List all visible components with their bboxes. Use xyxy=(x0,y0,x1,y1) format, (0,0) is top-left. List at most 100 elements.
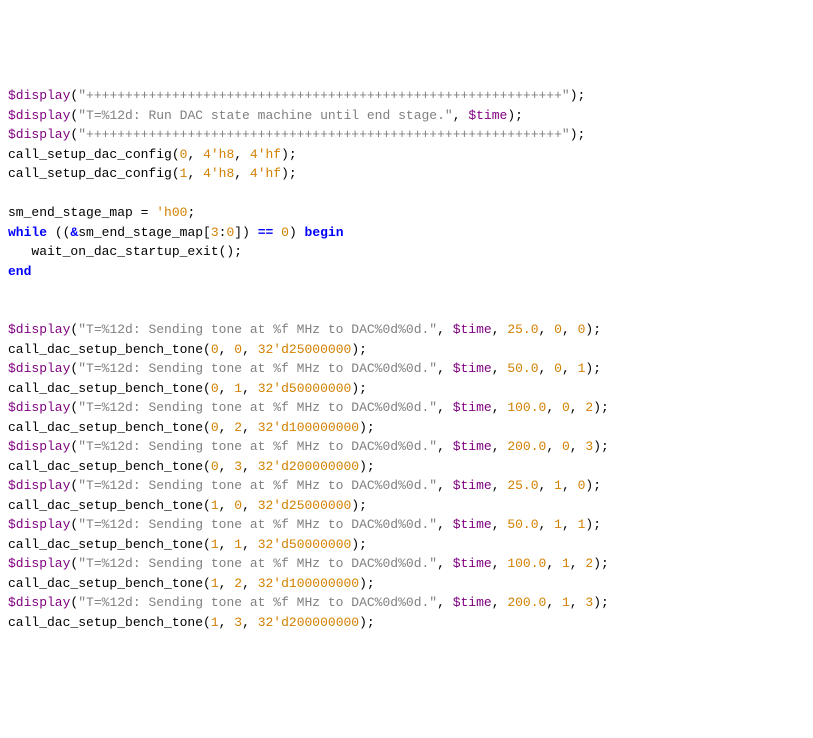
token-sys: $time xyxy=(453,517,492,532)
code-line: $display("T=%12d: Sending tone at %f MHz… xyxy=(8,398,805,418)
code-line: call_dac_setup_bench_tone(0, 0, 32'd2500… xyxy=(8,340,805,360)
token-pun: ); xyxy=(351,342,367,357)
token-id: wait_on_dac_startup_exit(); xyxy=(8,244,242,259)
token-pun: , xyxy=(562,361,578,376)
token-num: 0 xyxy=(234,498,242,513)
token-id: call_dac_setup_bench_tone( xyxy=(8,420,211,435)
token-pun: ); xyxy=(359,576,375,591)
code-line xyxy=(8,184,805,204)
token-str: "+++++++++++++++++++++++++++++++++++++++… xyxy=(78,127,569,142)
token-num: 0 xyxy=(211,342,219,357)
token-pun: , xyxy=(492,361,508,376)
token-sys: $display xyxy=(8,108,70,123)
token-pun: ); xyxy=(585,361,601,376)
token-num: 1 xyxy=(554,478,562,493)
token-pun: , xyxy=(562,517,578,532)
token-num: 32'd200000000 xyxy=(258,615,359,630)
token-pun: , xyxy=(437,595,453,610)
token-pun: , xyxy=(242,498,258,513)
token-pun: ); xyxy=(281,166,297,181)
token-num: 1 xyxy=(554,517,562,532)
token-num: 32'd50000000 xyxy=(258,381,352,396)
token-pun: , xyxy=(492,400,508,415)
token-num: 4'hf xyxy=(250,147,281,162)
token-pun: , xyxy=(242,537,258,552)
token-pun: ); xyxy=(359,420,375,435)
token-sys: $display xyxy=(8,439,70,454)
token-pun: ); xyxy=(359,615,375,630)
token-str: "T=%12d: Sending tone at %f MHz to DAC%0… xyxy=(78,595,437,610)
code-line: call_dac_setup_bench_tone(1, 2, 32'd1000… xyxy=(8,574,805,594)
token-kw: while xyxy=(8,225,47,240)
token-num: 3 xyxy=(234,615,242,630)
code-line: sm_end_stage_map = 'h00; xyxy=(8,203,805,223)
token-str: "T=%12d: Sending tone at %f MHz to DAC%0… xyxy=(78,322,437,337)
code-line: $display("T=%12d: Sending tone at %f MHz… xyxy=(8,359,805,379)
token-kw: end xyxy=(8,264,31,279)
token-num: 50.0 xyxy=(507,361,538,376)
token-pun: ; xyxy=(187,205,195,220)
token-num: 100.0 xyxy=(507,400,546,415)
token-num: 50.0 xyxy=(507,517,538,532)
token-pun: ); xyxy=(359,459,375,474)
token-pun: ); xyxy=(593,595,609,610)
token-pun: , xyxy=(539,322,555,337)
token-pun: , xyxy=(219,498,235,513)
token-pun: , xyxy=(570,439,586,454)
token-sys: $time xyxy=(453,556,492,571)
token-num: 3 xyxy=(585,595,593,610)
token-sys: $display xyxy=(8,400,70,415)
token-str: "T=%12d: Sending tone at %f MHz to DAC%0… xyxy=(78,556,437,571)
token-num: 2 xyxy=(234,420,242,435)
code-line: call_dac_setup_bench_tone(0, 3, 32'd2000… xyxy=(8,457,805,477)
token-pun: , xyxy=(437,478,453,493)
token-pun: , xyxy=(546,439,562,454)
token-sys: $time xyxy=(453,322,492,337)
token-pun: , xyxy=(242,615,258,630)
token-pun: , xyxy=(219,537,235,552)
code-line: $display("T=%12d: Run DAC state machine … xyxy=(8,106,805,126)
token-sys: $time xyxy=(453,478,492,493)
code-line: wait_on_dac_startup_exit(); xyxy=(8,242,805,262)
token-pun: , xyxy=(437,517,453,532)
token-pun: ); xyxy=(351,381,367,396)
token-pun: ); xyxy=(585,322,601,337)
token-num: 32'd100000000 xyxy=(258,576,359,591)
token-pun: ); xyxy=(570,127,586,142)
token-num: 1 xyxy=(562,556,570,571)
token-pun: , xyxy=(492,556,508,571)
token-num: 32'd200000000 xyxy=(258,459,359,474)
token-num: 100.0 xyxy=(507,556,546,571)
token-str: "T=%12d: Sending tone at %f MHz to DAC%0… xyxy=(78,400,437,415)
token-pun: ); xyxy=(351,498,367,513)
code-line: call_setup_dac_config(0, 4'h8, 4'hf); xyxy=(8,145,805,165)
code-line: while ((&sm_end_stage_map[3:0]) == 0) be… xyxy=(8,223,805,243)
token-num: 25.0 xyxy=(507,478,538,493)
token-pun: , xyxy=(437,361,453,376)
token-num: 32'd50000000 xyxy=(258,537,352,552)
code-line: $display("++++++++++++++++++++++++++++++… xyxy=(8,125,805,145)
token-str: "T=%12d: Run DAC state machine until end… xyxy=(78,108,452,123)
token-sys: $time xyxy=(453,400,492,415)
token-pun: , xyxy=(219,459,235,474)
token-num: 3 xyxy=(211,225,219,240)
token-pun: , xyxy=(492,517,508,532)
token-pun: ); xyxy=(593,556,609,571)
token-sys: $time xyxy=(468,108,507,123)
token-num: 1 xyxy=(234,537,242,552)
code-line: $display("T=%12d: Sending tone at %f MHz… xyxy=(8,515,805,535)
token-num: 3 xyxy=(234,459,242,474)
token-pun: , xyxy=(234,166,250,181)
token-num: 4'h8 xyxy=(203,166,234,181)
token-num: 200.0 xyxy=(507,595,546,610)
token-pun: , xyxy=(562,322,578,337)
token-pun: , xyxy=(219,342,235,357)
token-num: 0 xyxy=(211,381,219,396)
token-pun: , xyxy=(546,556,562,571)
token-str: "T=%12d: Sending tone at %f MHz to DAC%0… xyxy=(78,478,437,493)
code-line: call_setup_dac_config(1, 4'h8, 4'hf); xyxy=(8,164,805,184)
token-pun: ); xyxy=(507,108,523,123)
token-id: call_dac_setup_bench_tone( xyxy=(8,498,211,513)
token-id: call_dac_setup_bench_tone( xyxy=(8,459,211,474)
code-line: call_dac_setup_bench_tone(0, 2, 32'd1000… xyxy=(8,418,805,438)
